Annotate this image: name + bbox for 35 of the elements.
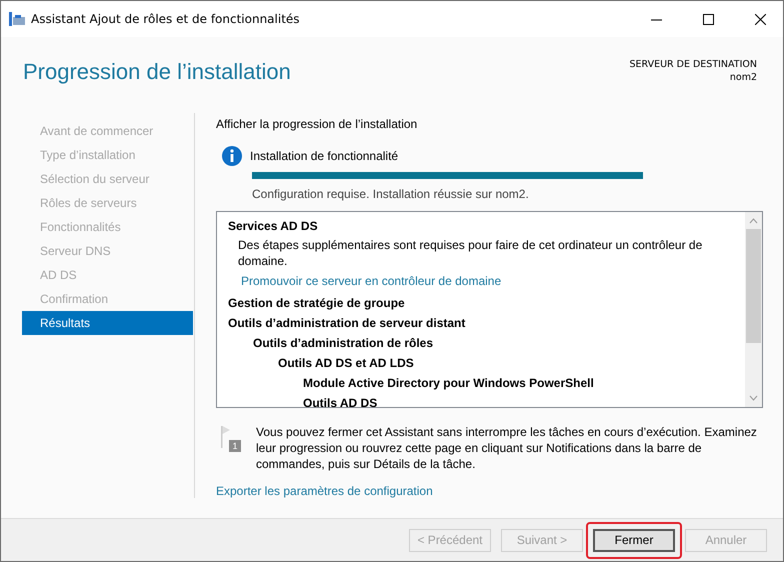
destination-label: SERVEUR DE DESTINATION	[629, 59, 757, 70]
dialog-button[interactable]: Fermer	[593, 528, 675, 552]
sidebar-item[interactable]: Confirmation	[22, 287, 193, 311]
status-title: Installation de fonctionnalité	[250, 149, 398, 163]
description-text: Des étapes supplémentaires sont requises pour faire de cet ordinateur un contrôleur de domaine.	[238, 237, 704, 269]
destination-server: nom2	[730, 72, 757, 83]
info-note: Vous pouvez fermer cet Assistant sans interrompre les tâches en cours d’exécution. Examinez leur progression ou rouvrez cette page en cliquant sur Notifications dans la barre de commandes, puis sur Détails de la tâche.	[256, 424, 758, 472]
tree-heading: Module Active Directory pour Windows PowerShell	[303, 375, 595, 392]
server-wizard-icon	[9, 12, 25, 26]
promote-link[interactable]: Promouvoir ce serveur en contrôleur de domaine	[241, 272, 745, 290]
sidebar-item[interactable]: Sélection du serveur	[22, 167, 193, 191]
tree-heading: Outils AD DS	[303, 395, 378, 407]
flag-icon	[220, 424, 230, 448]
export-link[interactable]: Exporter les paramètres de configuration	[216, 484, 433, 498]
scrollbar[interactable]	[745, 212, 762, 407]
sidebar-item[interactable]: AD DS	[22, 263, 193, 287]
tree-heading: Outils AD DS et AD LDS	[278, 355, 415, 372]
status-text: Configuration requise. Installation réussie sur nom2.	[252, 187, 530, 201]
section-heading: Afficher la progression de l’installation	[216, 117, 418, 131]
tree-heading: Outils d’administration de serveur distant	[228, 315, 466, 332]
sidebar-item[interactable]: Résultats	[22, 311, 193, 335]
close-icon	[754, 14, 766, 24]
sidebar-item[interactable]: Type d’installation	[22, 143, 193, 167]
sidebar-item[interactable]: Serveur DNS	[22, 239, 193, 263]
window-title: Assistant Ajout de rôles et de fonctionnalités	[31, 12, 301, 26]
tree-heading: Outils d’administration de rôles	[253, 335, 434, 352]
tree-heading: Services AD DS	[228, 218, 319, 235]
sidebar-item[interactable]: Fonctionnalités	[22, 215, 193, 239]
sidebar-item[interactable]: Rôles de serveurs	[22, 191, 193, 215]
page-title: Progression de l’installation	[23, 59, 291, 86]
sidebar-item[interactable]: Avant de commencer	[22, 119, 193, 143]
info-icon	[222, 146, 242, 166]
maximize-icon	[702, 14, 714, 24]
notification-count: 1	[229, 440, 241, 452]
tree-heading: Gestion de stratégie de groupe	[228, 295, 406, 312]
